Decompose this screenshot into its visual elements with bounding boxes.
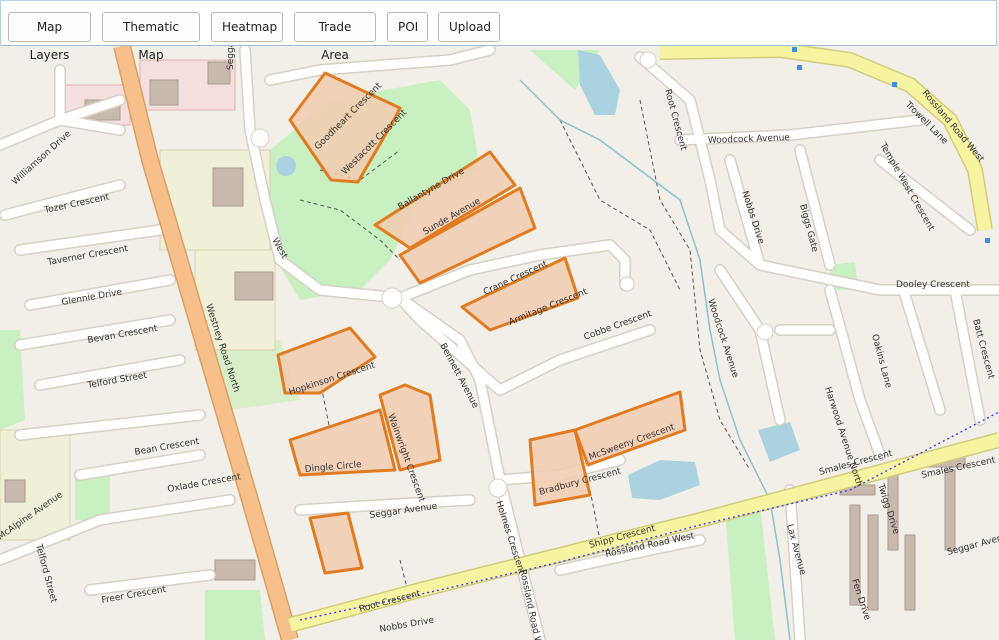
map-svg[interactable]: Westney Road North Seggar Avenue William… <box>0 46 999 640</box>
poi-button[interactable]: POI <box>387 12 428 42</box>
street-label: Dooley Crescent <box>896 280 970 290</box>
upload-button[interactable]: Upload <box>438 12 500 42</box>
trade-area-button[interactable]: Trade Area <box>294 12 376 62</box>
map-layers-button[interactable]: Map Layers <box>8 12 91 62</box>
map-toolbar: Map Layers Thematic Map Heatmap Trade Ar… <box>0 0 997 62</box>
thematic-map-button[interactable]: Thematic Map <box>102 12 200 62</box>
street-label: Seggar Avenue <box>226 46 236 70</box>
map-canvas[interactable]: Westney Road North Seggar Avenue William… <box>0 46 999 640</box>
heatmap-button[interactable]: Heatmap <box>211 12 283 42</box>
